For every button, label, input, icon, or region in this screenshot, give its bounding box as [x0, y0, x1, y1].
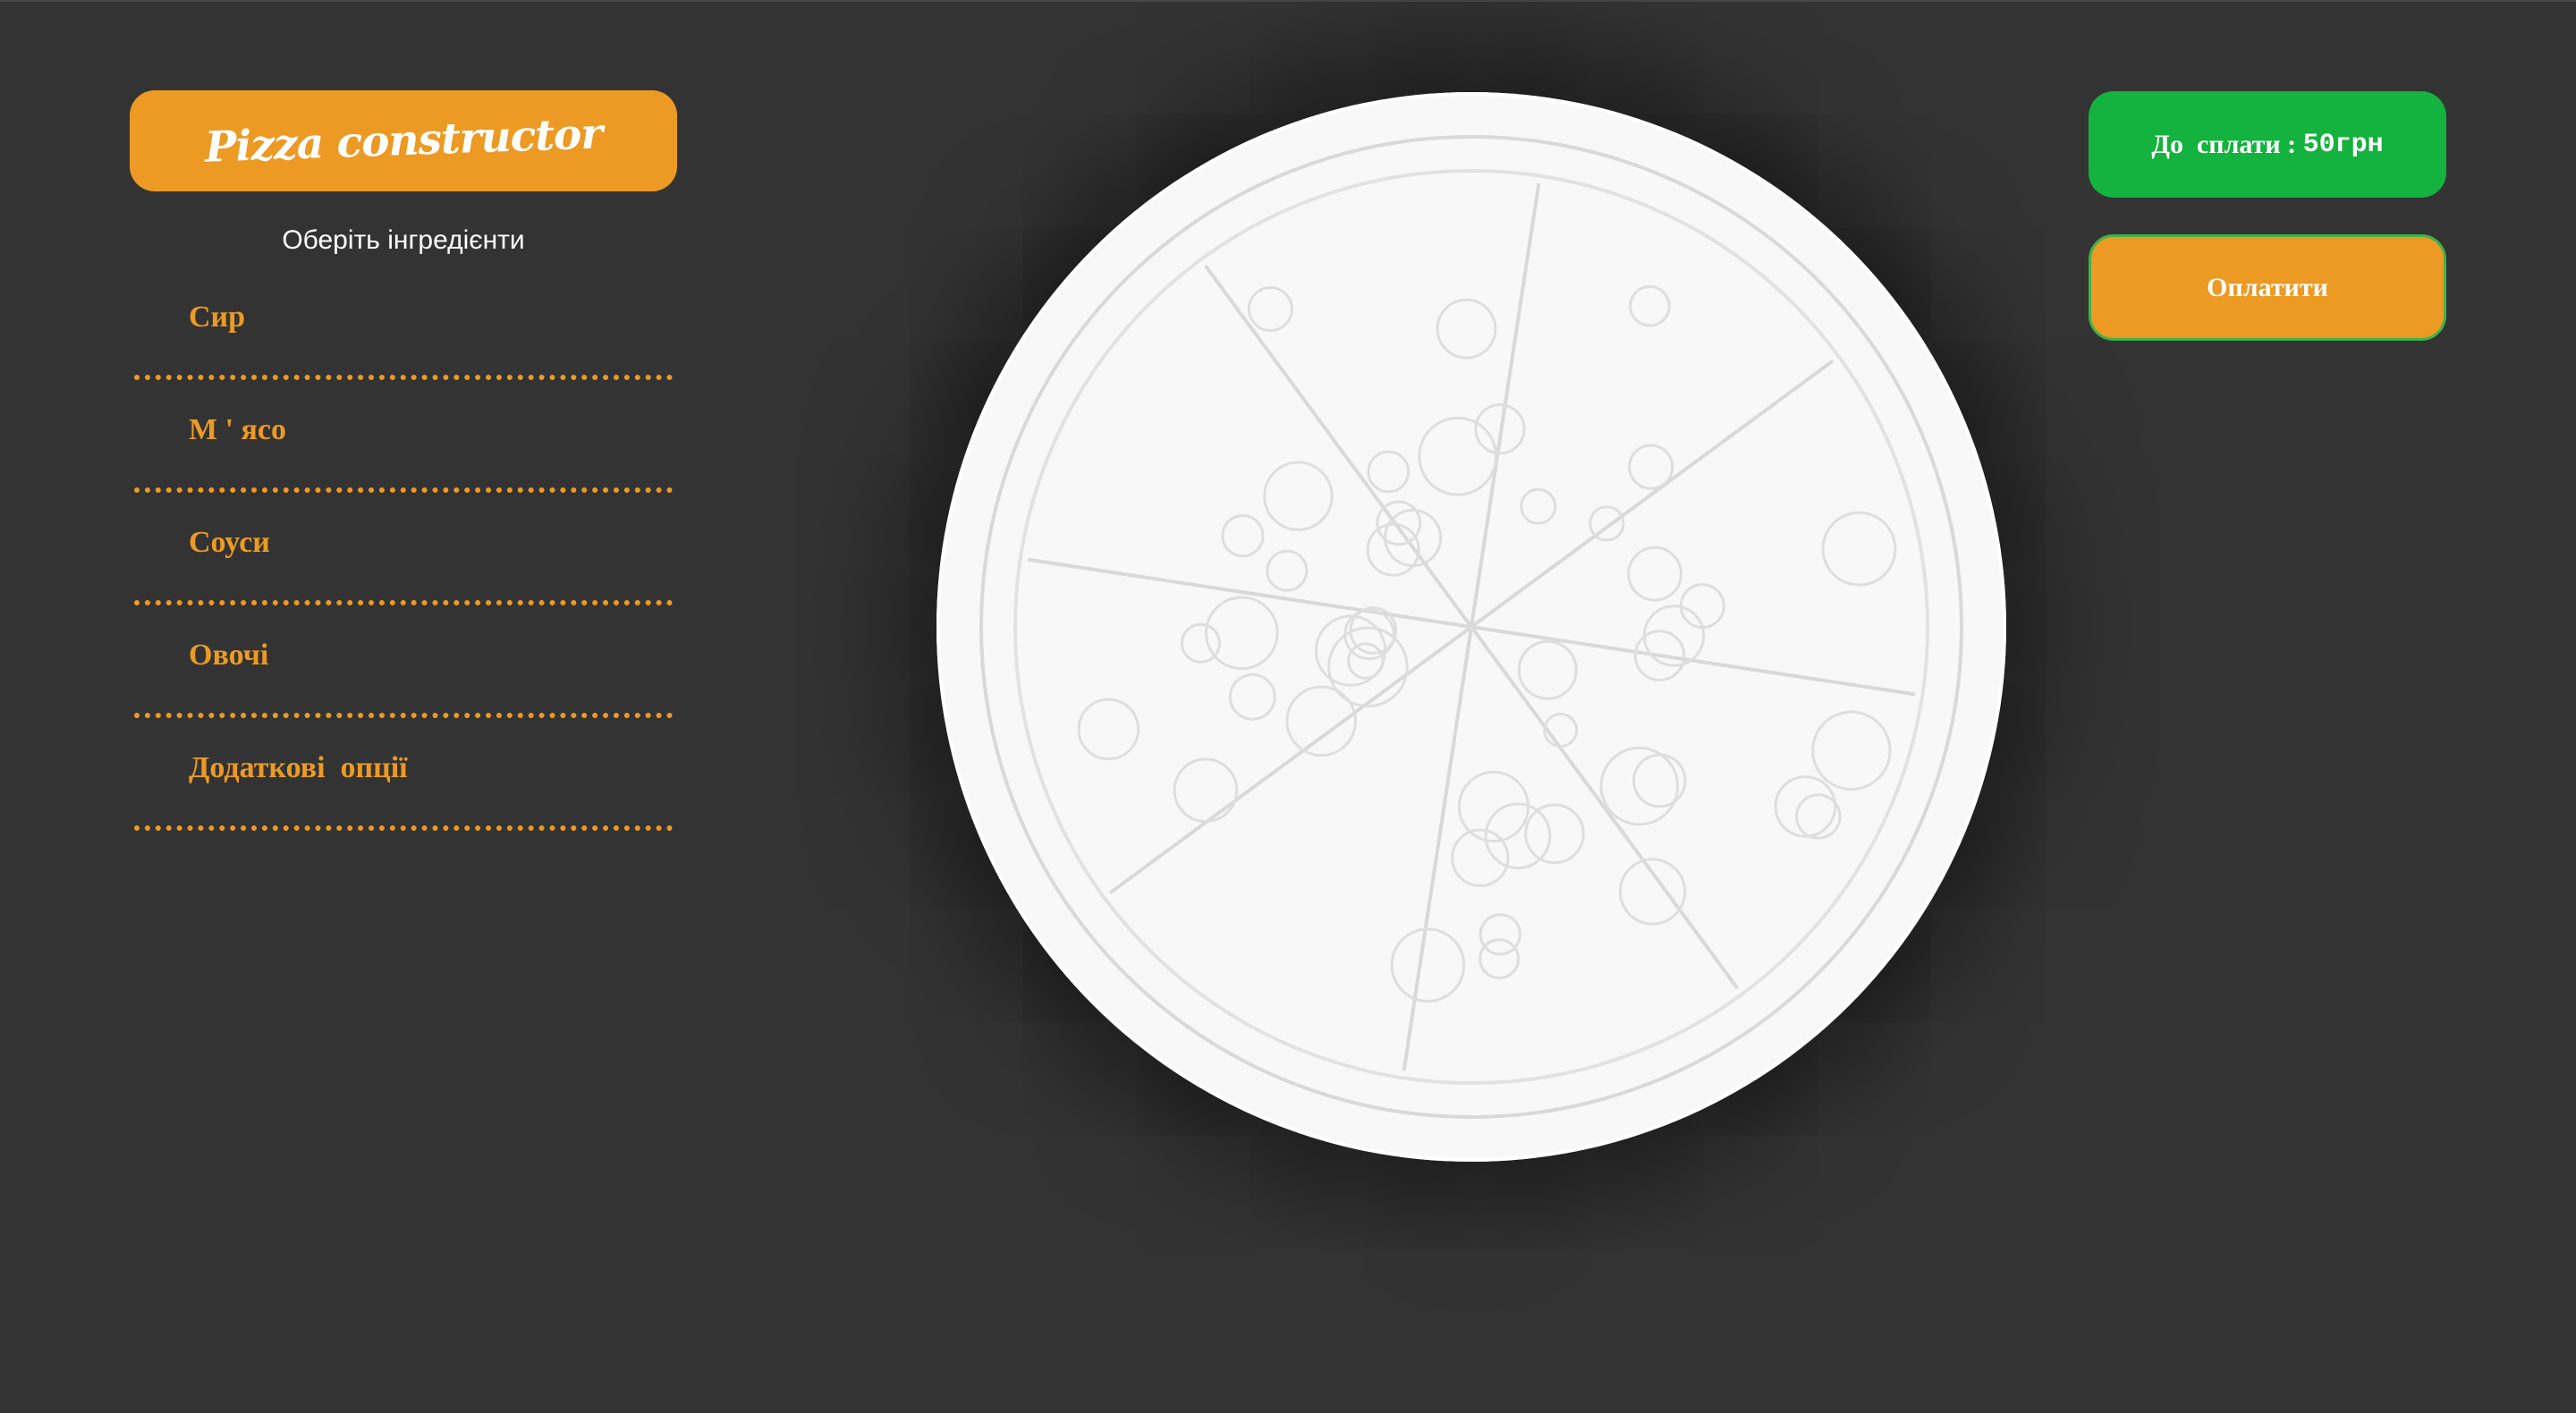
total-label: До сплати : [2151, 129, 2297, 159]
pizza-slice-line [1109, 625, 1473, 894]
pizza-topping [1524, 803, 1585, 865]
pizza-topping [1821, 511, 1897, 587]
pizza-slice-line [1402, 625, 1473, 1071]
pizza-topping [1263, 461, 1334, 531]
pizza-topping [1367, 450, 1411, 494]
pizza-topping [1619, 858, 1687, 926]
pizza-topping [1679, 583, 1725, 630]
pizza-topping [1628, 444, 1674, 490]
category-meat[interactable]: М ' ясо [134, 392, 673, 493]
pizza-topping [1343, 608, 1395, 661]
category-label: Сир [189, 300, 246, 334]
app-title-banner[interactable]: Pizza constructor [130, 90, 677, 191]
pizza-topping [1077, 698, 1140, 761]
category-label: Овочі [189, 639, 269, 672]
category-label: Соуси [189, 526, 270, 559]
pizza-topping [1418, 416, 1498, 496]
pizza-topping [1599, 746, 1680, 826]
pizza-topping [1774, 775, 1837, 838]
pizza-topping [1247, 286, 1293, 333]
pizza-topping [1366, 522, 1420, 577]
pizza-topping [1266, 549, 1309, 592]
pizza-topping [1436, 298, 1497, 360]
category-sauces[interactable]: Соуси [134, 504, 673, 605]
pizza-topping [1589, 505, 1625, 542]
pizza-topping [1517, 639, 1578, 700]
pizza-topping [1520, 487, 1557, 525]
top-border [0, 0, 2576, 2]
pizza-topping [1173, 757, 1239, 824]
total-price-badge: До сплати : 50грн [2089, 91, 2446, 198]
category-vegetables[interactable]: Овочі [134, 617, 673, 718]
pizza-topping [1457, 770, 1530, 843]
category-label: М ' ясо [189, 413, 287, 446]
category-label: Додаткові опції [189, 751, 408, 784]
pizza-topping [1629, 285, 1671, 327]
pizza-topping [1627, 546, 1682, 602]
pizza-topping [1479, 938, 1520, 979]
category-cheese[interactable]: Сир [134, 279, 673, 380]
pizza-topping [1221, 514, 1265, 558]
pizza-illustration [979, 135, 1963, 1119]
pizza-canvas[interactable] [936, 92, 2006, 1162]
app-title: Pizza constructor [204, 109, 603, 173]
ingredients-subtitle: Оберіть інгредієнти [282, 225, 525, 255]
pizza-topping [1390, 927, 1466, 1003]
ingredient-category-list: Сир М ' ясо Соуси Овочі Додаткові опції [134, 279, 673, 842]
total-amount: 50грн [2302, 129, 2384, 160]
pay-button[interactable]: Оплатити [2089, 234, 2446, 341]
pizza-topping [1376, 500, 1422, 546]
pizza-slice-line [1204, 265, 1473, 629]
pizza-slice-line [1470, 625, 1739, 989]
category-extra-options[interactable]: Додаткові опції [134, 730, 673, 831]
pizza-slice-line [1027, 557, 1473, 629]
pizza-topping [1811, 710, 1892, 791]
pizza-topping [1228, 673, 1276, 721]
